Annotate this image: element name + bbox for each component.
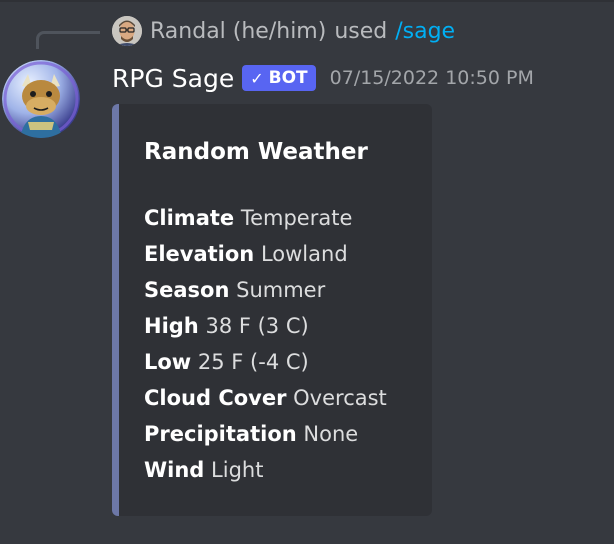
field-label: High	[144, 314, 199, 338]
reply-command-link[interactable]: /sage	[395, 19, 455, 44]
bot-badge: ✓ BOT	[242, 65, 316, 91]
embed-field-season: Season Summer	[144, 272, 387, 308]
bot-avatar[interactable]	[2, 60, 80, 138]
embed-field-low: Low 25 F (-4 C)	[144, 344, 387, 380]
field-label: Wind	[144, 458, 205, 482]
embed-field-wind: Wind Light	[144, 452, 387, 488]
embed-field-list: Climate Temperate Elevation Lowland Seas…	[144, 200, 387, 488]
embed-field-elevation: Elevation Lowland	[144, 236, 387, 272]
field-value: Light	[211, 458, 264, 482]
reply-reference[interactable]: Randal (he/him) used /sage	[112, 14, 455, 48]
embed-field-precipitation: Precipitation None	[144, 416, 387, 452]
embed-field-cloud-cover: Cloud Cover Overcast	[144, 380, 387, 416]
field-value: 25 F (-4 C)	[197, 350, 309, 374]
weather-embed: Random Weather Climate Temperate Elevati…	[112, 104, 432, 516]
message-timestamp[interactable]: 07/15/2022 10:50 PM	[330, 67, 534, 89]
embed-field-climate: Climate Temperate	[144, 200, 387, 236]
message-header: RPG Sage ✓ BOT 07/15/2022 10:50 PM	[112, 58, 534, 98]
check-icon: ✓	[250, 68, 264, 88]
top-divider	[0, 0, 614, 2]
field-label: Climate	[144, 206, 235, 230]
embed-title: Random Weather	[144, 139, 368, 165]
reply-connector-line	[36, 31, 100, 49]
bot-badge-label: BOT	[268, 68, 308, 88]
bot-username[interactable]: RPG Sage	[112, 64, 234, 93]
field-value: None	[303, 422, 359, 446]
reply-user-avatar[interactable]	[112, 16, 142, 46]
field-value: Overcast	[293, 386, 387, 410]
field-value: Lowland	[260, 242, 348, 266]
field-value: Summer	[236, 278, 326, 302]
field-label: Cloud Cover	[144, 386, 287, 410]
reply-user-name[interactable]: Randal (he/him)	[150, 19, 326, 44]
field-label: Precipitation	[144, 422, 297, 446]
field-value: 38 F (3 C)	[205, 314, 309, 338]
embed-field-high: High 38 F (3 C)	[144, 308, 387, 344]
field-value: Temperate	[240, 206, 353, 230]
field-label: Low	[144, 350, 192, 374]
field-label: Elevation	[144, 242, 255, 266]
reply-used-text: used	[334, 18, 388, 44]
field-label: Season	[144, 278, 230, 302]
